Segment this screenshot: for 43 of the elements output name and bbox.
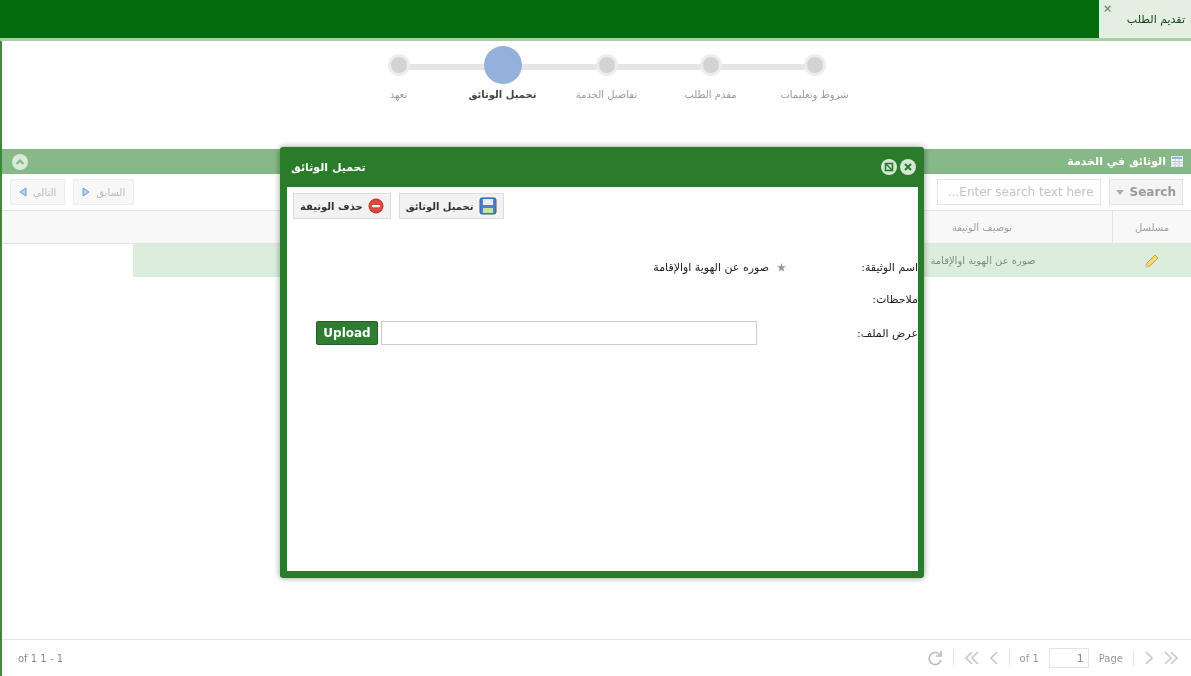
page-field[interactable]: 1 — [1048, 648, 1089, 668]
next-page-icon[interactable] — [1144, 651, 1153, 665]
search-field[interactable]: Enter search text here... — [936, 179, 1101, 205]
caret-icon — [1115, 189, 1124, 195]
page-count: of 1 — [1019, 652, 1039, 664]
search-button[interactable]: Search — [1108, 179, 1183, 205]
step-dot[interactable] — [595, 54, 618, 76]
form-tab[interactable]: × تقديم الطلب — [1099, 0, 1191, 38]
triangle-icon — [82, 187, 91, 197]
step-dot[interactable] — [803, 54, 826, 76]
step-label: تحميل الوثائق — [468, 89, 537, 100]
record-count: of 1 1 - 1 — [18, 652, 64, 664]
step-dot[interactable] — [483, 46, 522, 84]
step-dot[interactable] — [699, 54, 722, 76]
step-label: تعهد — [389, 89, 408, 100]
file-field[interactable] — [381, 321, 757, 345]
dialog-title: تحميل الوثائق — [291, 160, 366, 174]
maximize-icon[interactable] — [881, 159, 897, 175]
field-value: صوره عن الهوية اوالإقامة — [653, 260, 769, 274]
field-label: ملاحظات: — [871, 292, 918, 306]
close-icon[interactable]: × — [1103, 2, 1113, 15]
table-icon — [1171, 156, 1183, 167]
step-dot[interactable] — [387, 54, 410, 76]
field-label: اسم الوثيقة: — [860, 260, 918, 274]
previous-page-icon[interactable] — [989, 651, 999, 665]
triangle-icon — [19, 187, 27, 197]
pencil-icon[interactable] — [1144, 252, 1160, 269]
field-label: عرض الملف: — [856, 326, 918, 340]
refresh-icon[interactable] — [926, 650, 943, 666]
upload-button[interactable]: تحميل الوثائق — [398, 193, 504, 219]
close-icon[interactable] — [900, 159, 916, 175]
step-label: تفاصيل الخدمة — [575, 89, 638, 100]
page-label: Page — [1098, 652, 1123, 664]
step-label: مقدم الطلب — [684, 89, 737, 100]
minus-circle-icon — [367, 198, 384, 214]
last-page-icon[interactable] — [1163, 651, 1179, 665]
collapse-icon[interactable] — [12, 153, 28, 170]
step-label: شروط وتعليمات — [780, 89, 849, 100]
column-header[interactable]: مسلسل — [1112, 211, 1191, 243]
panel-title: الوثائق في الخدمة — [1067, 155, 1166, 168]
upload-button[interactable]: Upload — [316, 321, 378, 345]
delete-button[interactable]: حذف الوثيقة — [293, 193, 391, 219]
first-page-icon[interactable] — [963, 651, 980, 665]
